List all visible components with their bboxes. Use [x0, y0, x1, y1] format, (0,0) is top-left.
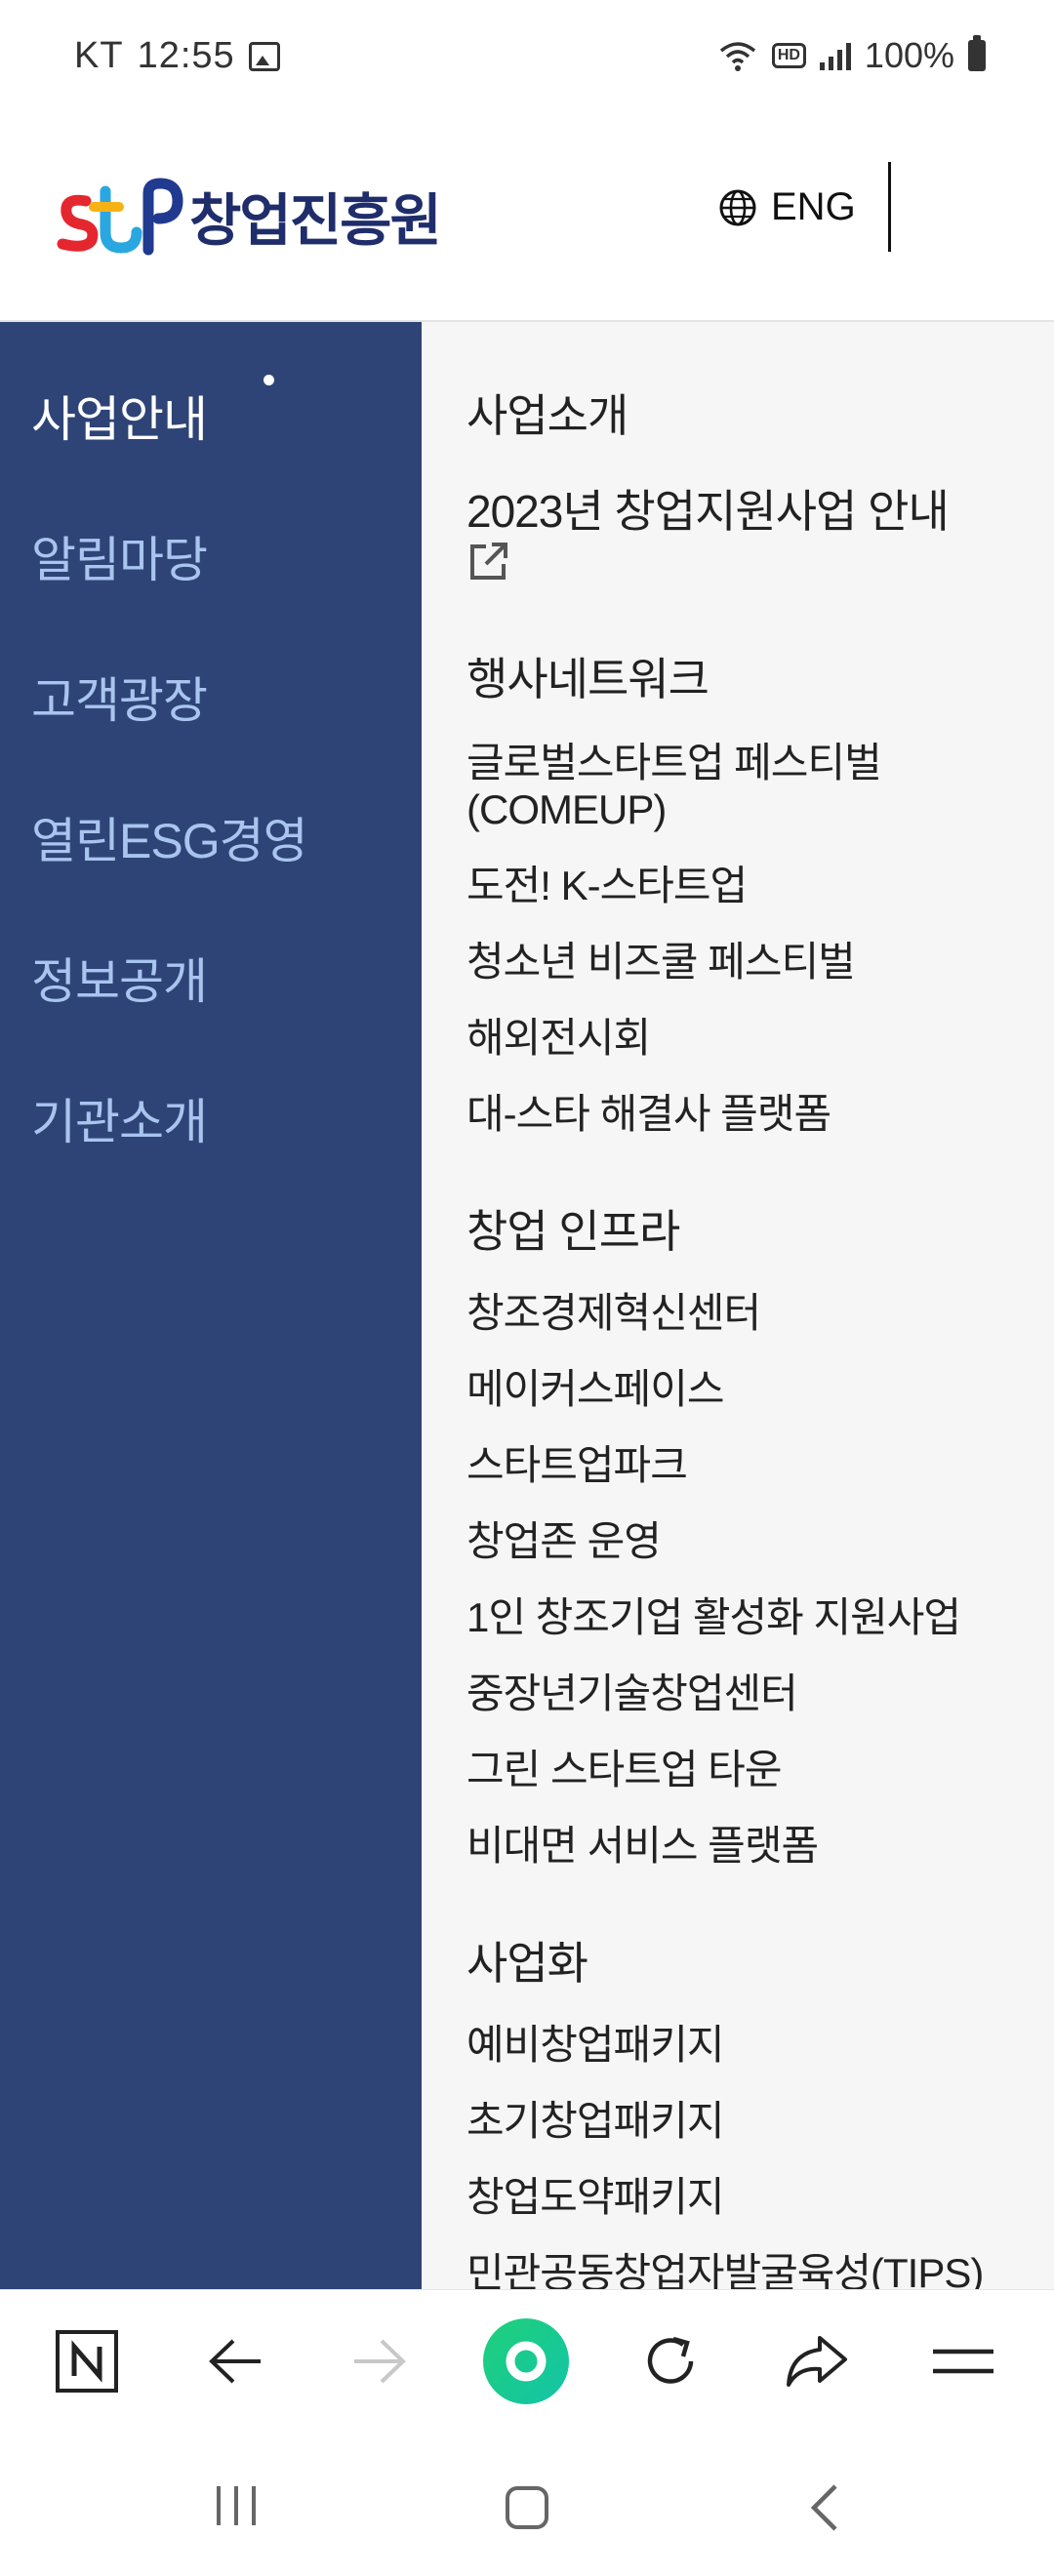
arrow-left-icon: [209, 2339, 261, 2384]
gallery-notification-icon: [248, 41, 280, 71]
hamburger-menu-icon: [933, 2349, 993, 2374]
nav-item-notice[interactable]: 알림마당: [31, 521, 208, 591]
status-bar: KT 12:55 HD 100%: [0, 0, 1054, 117]
naver-n-icon: [56, 2330, 118, 2393]
status-right: HD 100%: [717, 35, 986, 76]
submenu-link-2023-guide[interactable]: 2023년 창업지원사업 안내: [466, 488, 1033, 584]
submenu-link-senior-center[interactable]: 중장년기술창업센터: [466, 1670, 1033, 1717]
submenu-link-bizcool[interactable]: 청소년 비즈쿨 페스티벌: [466, 939, 1033, 986]
nav-item-customer[interactable]: 고객광장: [31, 662, 208, 732]
nav-item-disclosure[interactable]: 정보공개: [31, 943, 208, 1013]
green-dot-icon: [483, 2318, 569, 2404]
battery-icon: [968, 35, 986, 71]
submenu-link-k-startup[interactable]: 도전! K-스타트업: [466, 863, 1033, 909]
battery-percent: 100%: [864, 35, 954, 75]
wifi-icon: [719, 42, 755, 71]
back-button[interactable]: [191, 2317, 279, 2405]
external-link-icon: [470, 543, 507, 580]
status-left: KT 12:55: [74, 35, 280, 77]
submenu-link-innovation-center[interactable]: 창조경제혁신센터: [466, 1290, 1033, 1337]
arrow-right-icon: [354, 2339, 406, 2384]
submenu-heading-intro[interactable]: 사업소개: [466, 381, 1033, 445]
submenu-heading-events[interactable]: 행사네트워크: [466, 644, 1033, 708]
submenu-link-2023-guide-label: 2023년 창업지원사업 안내: [466, 486, 950, 537]
naver-home-button[interactable]: [43, 2317, 131, 2405]
submenu-link-comeup[interactable]: 글로벌스타트업 페스티벌 (COMEUP): [466, 740, 1033, 833]
submenu-link-contactless-platform[interactable]: 비대면 서비스 플랫폼: [466, 1823, 1033, 1870]
carrier: KT: [74, 35, 124, 76]
green-dot-button[interactable]: [482, 2317, 570, 2405]
system-navigation-bar: [0, 2435, 1054, 2576]
refresh-icon: [647, 2336, 694, 2384]
logo-text: 창업진흥원: [189, 189, 442, 253]
share-button[interactable]: [773, 2317, 861, 2405]
nav-item-esg[interactable]: 열린ESG경영: [31, 802, 308, 872]
submenu-link-solver-platform[interactable]: 대-스타 해결사 플랫폼: [466, 1091, 1033, 1138]
submenu-panel: 사업소개 2023년 창업지원사업 안내 행사네트워크 글로벌스타트업 페스티벌…: [422, 322, 1054, 2289]
menu-divider: [888, 162, 891, 252]
submenu-link-green-town[interactable]: 그린 스타트업 타운: [466, 1747, 1033, 1793]
menu-button[interactable]: [919, 2317, 1007, 2405]
kised-logo-mark-icon: [57, 178, 183, 256]
home-icon[interactable]: [504, 2484, 550, 2531]
submenu-link-leap-package[interactable]: 창업도약패키지: [466, 2174, 1033, 2221]
nav-item-about[interactable]: 기관소개: [31, 1083, 208, 1153]
submenu-link-startup-zone[interactable]: 창업존 운영: [466, 1518, 1033, 1565]
submenu-heading-infra[interactable]: 창업 인프라: [466, 1196, 1033, 1261]
signal-icon: [819, 41, 851, 70]
hd-voice-icon: HD: [771, 43, 806, 68]
submenu-link-tips[interactable]: 민관공동창업자발굴육성(TIPS): [466, 2250, 1033, 2289]
globe-icon: [719, 189, 756, 225]
system-back-icon[interactable]: [806, 2482, 841, 2533]
main-menu-sidebar: 사업안내 알림마당 고객광장 열린ESG경영 정보공개 기관소개: [0, 322, 422, 2289]
share-arrow-icon: [787, 2336, 847, 2387]
submenu-link-startup-park[interactable]: 스타트업파크: [466, 1442, 1033, 1489]
forward-button[interactable]: [336, 2317, 424, 2405]
recent-apps-icon[interactable]: [213, 2484, 260, 2527]
clock: 12:55: [137, 35, 235, 76]
submenu-link-early-startup[interactable]: 초기창업패키지: [466, 2098, 1033, 2145]
submenu-link-pre-startup[interactable]: 예비창업패키지: [466, 2022, 1033, 2069]
language-toggle[interactable]: ENG: [718, 185, 856, 229]
submenu-link-one-person[interactable]: 1인 창조기업 활성화 지원사업: [466, 1594, 1033, 1641]
active-indicator-dot: [264, 375, 274, 385]
language-label: ENG: [771, 185, 856, 228]
site-header: 창업진흥원 ENG: [0, 117, 1054, 322]
submenu-link-overseas-exhibition[interactable]: 해외전시회: [466, 1015, 1033, 1062]
browser-toolbar: [0, 2289, 1054, 2436]
site-logo[interactable]: 창업진흥원: [57, 172, 442, 260]
nav-item-business[interactable]: 사업안내: [31, 381, 208, 451]
submenu-heading-commercialization[interactable]: 사업화: [466, 1928, 1033, 1992]
refresh-button[interactable]: [627, 2317, 714, 2405]
submenu-link-makerspace[interactable]: 메이커스페이스: [466, 1366, 1033, 1413]
